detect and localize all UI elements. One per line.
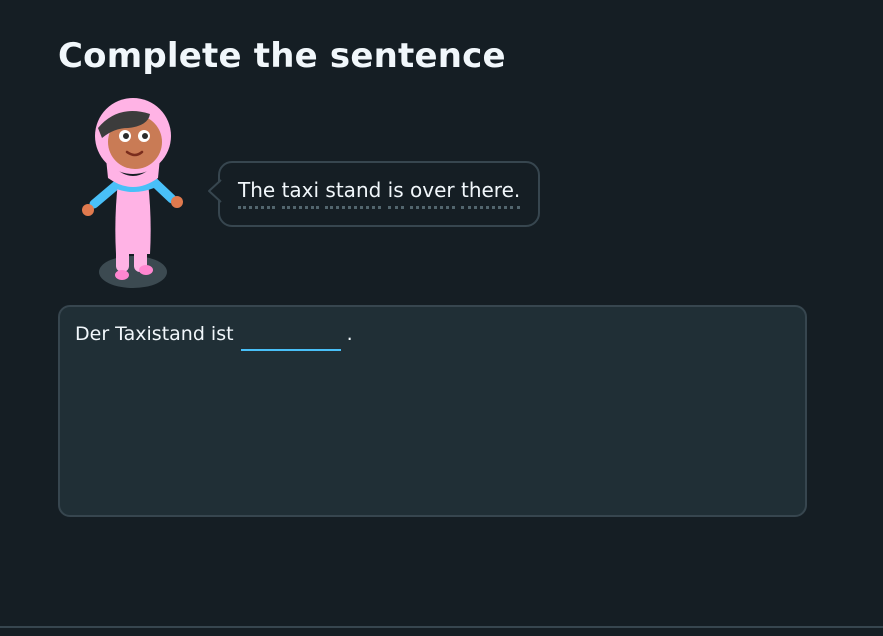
- sentence-prefix: Der Taxistand ist: [75, 323, 234, 345]
- page-title: Complete the sentence: [58, 36, 506, 76]
- footer-divider: [0, 626, 883, 628]
- character-illustration: [82, 98, 183, 288]
- speech-bubble: The taxi stand is over there.: [208, 161, 541, 227]
- prompt-word[interactable]: taxi: [281, 177, 320, 209]
- prompt-word[interactable]: The: [238, 177, 276, 209]
- answer-blank-input[interactable]: [240, 323, 341, 351]
- prompt-sentence: The taxi stand is over there.: [238, 177, 521, 209]
- speech-bubble-tail-icon: [208, 179, 230, 203]
- fill-in-sentence: Der Taxistand ist .: [75, 319, 353, 351]
- answer-card: Der Taxistand ist .: [58, 305, 807, 517]
- prompt-word[interactable]: stand: [325, 177, 382, 209]
- prompt-word[interactable]: is: [387, 177, 404, 209]
- prompt-word[interactable]: there.: [460, 177, 521, 209]
- sentence-suffix: .: [346, 323, 353, 345]
- prompt-word[interactable]: over: [410, 177, 455, 209]
